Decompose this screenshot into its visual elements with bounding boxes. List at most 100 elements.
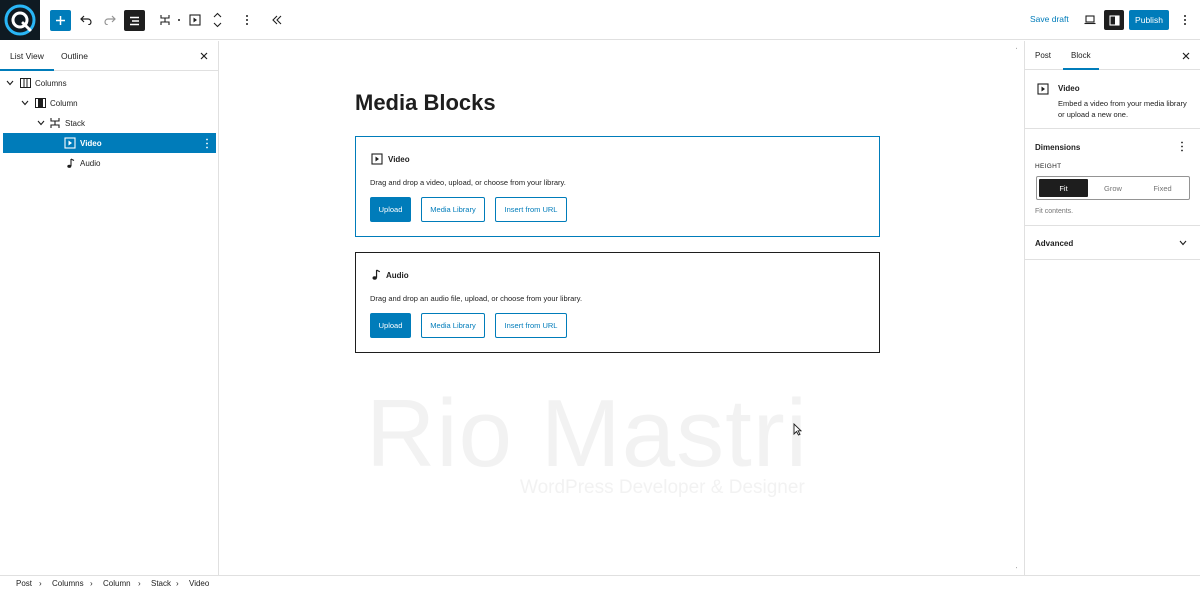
chevron-double-left-icon — [272, 15, 282, 25]
site-logo-icon — [4, 4, 36, 36]
breadcrumb-chevron-icon: › — [138, 579, 141, 588]
audio-icon — [64, 157, 76, 169]
chevron-down-icon[interactable] — [36, 118, 46, 128]
height-option-grow[interactable]: Grow — [1089, 179, 1137, 197]
list-item-column[interactable]: Column — [0, 93, 218, 113]
breadcrumb-item-columns[interactable]: Columns — [52, 579, 84, 588]
undo-button[interactable] — [78, 9, 94, 31]
height-label: HEIGHT — [1035, 163, 1062, 170]
video-block-title: Video — [388, 154, 410, 164]
document-overview-button[interactable] — [124, 10, 145, 31]
mouse-cursor-icon — [793, 423, 802, 436]
more-vertical-icon — [1184, 15, 1186, 25]
close-list-view-button[interactable] — [197, 49, 211, 63]
block-card-title: Video — [1058, 84, 1080, 93]
breadcrumb-chevron-icon: › — [39, 579, 42, 588]
video-block-type-button[interactable] — [187, 9, 203, 31]
video-block-heading: Video — [371, 153, 410, 165]
list-item-label: Video — [80, 138, 102, 148]
list-item-stack[interactable]: Stack — [0, 113, 218, 133]
breadcrumb-chevron-icon: › — [90, 579, 93, 588]
inspector-tabs: Post Block — [1025, 41, 1200, 70]
audio-insert-url-button[interactable]: Insert from URL — [495, 313, 567, 338]
close-inspector-button[interactable] — [1179, 49, 1193, 63]
block-card-description: Embed a video from your media library or… — [1058, 99, 1187, 119]
redo-icon — [104, 15, 116, 25]
chevron-down-icon — [1179, 240, 1187, 246]
breadcrumb-item-video[interactable]: Video — [189, 579, 209, 588]
post-title[interactable]: Media Blocks — [355, 90, 496, 116]
chevron-down-icon[interactable] — [5, 78, 15, 88]
watermark-subtitle: WordPress Developer & Designer — [520, 477, 805, 498]
dimensions-options-button[interactable] — [1180, 141, 1184, 154]
breadcrumb-item-post[interactable]: Post — [16, 579, 32, 588]
list-item-audio[interactable]: Audio — [0, 153, 218, 173]
redo-button[interactable] — [102, 9, 118, 31]
tab-post[interactable]: Post — [1035, 41, 1051, 70]
move-block-arrows[interactable] — [211, 8, 223, 32]
dimensions-panel-title: Dimensions — [1035, 143, 1081, 152]
video-icon — [189, 14, 201, 26]
more-vertical-icon — [246, 15, 248, 25]
plus-icon — [56, 16, 65, 25]
block-options-button[interactable] — [240, 9, 254, 31]
advanced-panel[interactable]: Advanced — [1025, 226, 1200, 260]
audio-block-description: Drag and drop an audio file, upload, or … — [370, 294, 583, 303]
list-view-sidebar: List View Outline Columns Column Stack V… — [0, 41, 219, 575]
site-logo[interactable] — [0, 0, 40, 40]
toolbar-divider-dot — [178, 19, 180, 21]
watermark-text: Rio Mastri — [366, 380, 809, 487]
list-item-label: Audio — [80, 158, 101, 168]
tab-list-view[interactable]: List View — [0, 41, 54, 71]
height-option-fixed[interactable]: Fixed — [1138, 179, 1187, 197]
publish-button[interactable]: Publish — [1129, 10, 1169, 30]
block-inserter-button[interactable] — [50, 10, 71, 31]
options-menu-button[interactable] — [1179, 9, 1191, 31]
list-item-video[interactable]: Video — [3, 133, 216, 153]
stack-block-type-button[interactable] — [157, 9, 173, 31]
audio-block-title: Audio — [386, 270, 409, 280]
stack-icon — [49, 117, 61, 129]
columns-icon — [19, 77, 31, 89]
save-draft-button[interactable]: Save draft — [1030, 14, 1069, 24]
collapse-toolbar-button[interactable] — [269, 9, 285, 31]
breadcrumb-item-column[interactable]: Column — [103, 579, 131, 588]
breadcrumb: Post › Columns › Column › Stack › Video — [0, 575, 1200, 591]
scroll-down-arrow-icon[interactable] — [1016, 567, 1017, 572]
list-item-label: Stack — [65, 118, 86, 128]
tab-outline[interactable]: Outline — [61, 41, 88, 71]
tab-block[interactable]: Block — [1063, 41, 1099, 70]
video-icon — [371, 153, 383, 165]
height-option-fit[interactable]: Fit — [1039, 179, 1088, 197]
list-item-columns[interactable]: Columns — [0, 73, 218, 93]
video-icon — [64, 137, 76, 149]
block-card: Video Embed a video from your media libr… — [1025, 70, 1200, 129]
preview-button[interactable] — [1082, 9, 1098, 31]
video-media-library-button[interactable]: Media Library — [421, 197, 485, 222]
video-block[interactable]: Video Drag and drop a video, upload, or … — [355, 136, 880, 237]
block-inspector-sidebar: Post Block Video Embed a video from your… — [1024, 41, 1200, 575]
more-vertical-icon[interactable] — [201, 137, 213, 149]
video-insert-url-button[interactable]: Insert from URL — [495, 197, 567, 222]
sidebar-icon — [1108, 14, 1120, 26]
list-view-tabs: List View Outline — [0, 41, 218, 71]
settings-sidebar-toggle[interactable] — [1104, 10, 1124, 30]
video-upload-button[interactable]: Upload — [370, 197, 411, 222]
chevron-down-icon — [213, 22, 221, 28]
audio-icon — [372, 269, 381, 280]
breadcrumb-item-stack[interactable]: Stack — [151, 579, 171, 588]
editor-top-toolbar: Save draft Publish — [0, 0, 1200, 40]
chevron-down-icon[interactable] — [20, 98, 30, 108]
list-item-label: Column — [50, 98, 78, 108]
scroll-up-arrow-icon[interactable] — [1016, 44, 1017, 49]
advanced-panel-title: Advanced — [1035, 239, 1074, 248]
close-icon — [200, 52, 208, 60]
audio-block[interactable]: Audio Drag and drop an audio file, uploa… — [355, 252, 880, 353]
height-help-text: Fit contents. — [1035, 208, 1074, 215]
desktop-preview-icon — [1084, 15, 1096, 25]
audio-upload-button[interactable]: Upload — [370, 313, 411, 338]
more-vertical-icon — [1181, 141, 1183, 152]
audio-media-library-button[interactable]: Media Library — [421, 313, 485, 338]
list-item-label: Columns — [35, 78, 67, 88]
chevron-up-icon — [213, 12, 221, 18]
